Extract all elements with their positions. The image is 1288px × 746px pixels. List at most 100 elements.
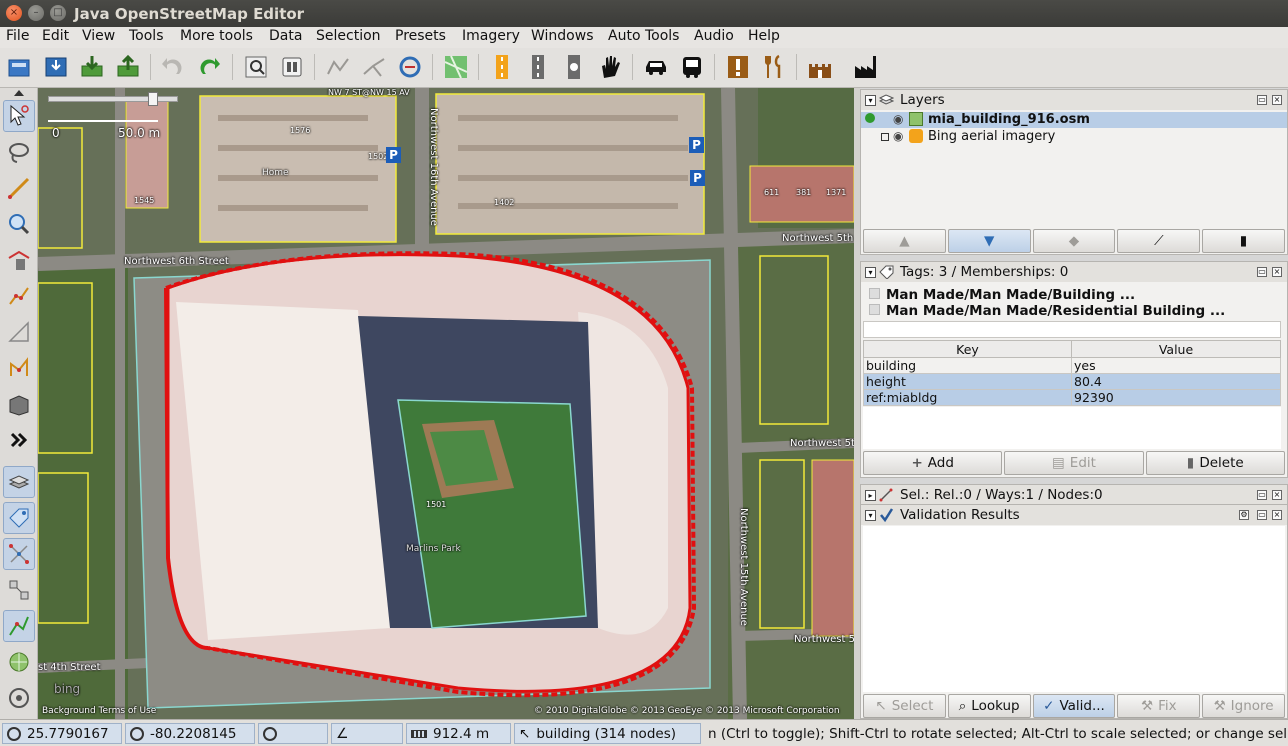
tag-value[interactable]: 80.4 [1071,373,1281,390]
maximize-window-button[interactable]: □ [50,5,66,21]
column-header-key[interactable]: Key [863,340,1072,358]
close-window-button[interactable]: × [6,5,22,21]
dock-icon[interactable]: ▭ [1257,490,1267,500]
column-header-value[interactable]: Value [1071,340,1281,358]
expand-toggle[interactable]: ▸ [865,490,876,501]
redo-icon[interactable] [194,51,226,83]
menu-windows[interactable]: Windows [531,28,594,44]
close-panel-icon[interactable]: × [1272,510,1282,520]
menu-imagery[interactable]: Imagery [462,28,520,44]
tags-toggle-icon[interactable] [3,502,35,534]
menu-edit[interactable]: Edit [42,28,69,44]
lasso-tool-icon[interactable] [3,136,35,168]
castle-icon[interactable] [804,51,836,83]
more-tools-icon[interactable] [3,424,35,456]
download-icon[interactable] [76,51,108,83]
lookup-button[interactable]: ⌕ Lookup [947,694,1031,718]
extrude-tool-icon[interactable] [3,352,35,384]
layer-row[interactable]: ◉ Bing aerial imagery [861,129,1287,145]
dock-icon[interactable]: ▭ [1257,267,1267,277]
edit-tag-button[interactable]: ▤ Edit [1004,451,1144,475]
ignore-button[interactable]: ⚒ Ignore [1202,694,1285,718]
preferences-icon[interactable] [276,51,308,83]
parking-icon[interactable]: P [690,170,705,186]
close-panel-icon[interactable]: × [1272,490,1282,500]
move-down-icon[interactable]: ▼ [947,229,1031,253]
zoom-slider[interactable] [48,96,178,102]
preferences-icon[interactable]: ⚙ [1239,510,1249,520]
menu-help[interactable]: Help [748,28,780,44]
layer-row[interactable]: ◉ mia_building_916.osm [861,112,1287,128]
parking-icon[interactable]: P [386,147,401,163]
menu-auto-tools[interactable]: Auto Tools [608,28,679,44]
merge-icon[interactable]: ◆ [1032,229,1116,253]
menu-presets[interactable]: Presets [395,28,446,44]
delete-tag-button[interactable]: ▮ Delete [1145,451,1285,475]
hand-icon[interactable] [594,51,626,83]
open-file-icon[interactable] [3,51,35,83]
preset-link[interactable]: Man Made/Man Made/Residential Building .… [869,303,1225,319]
simplify-way-icon[interactable] [322,51,354,83]
fix-button[interactable]: ⚒ Fix [1117,694,1201,718]
menu-audio[interactable]: Audio [694,28,734,44]
toggle-visibility-icon[interactable]: ⟋ [1117,229,1201,253]
select-button[interactable]: ↖ Select [863,694,946,718]
move-up-icon[interactable]: ▲ [863,229,946,253]
split-way-icon[interactable] [358,51,390,83]
collapse-toggle[interactable]: ▾ [865,267,876,278]
restaurant-icon[interactable] [758,51,790,83]
undo-icon[interactable] [156,51,188,83]
close-panel-icon[interactable]: × [1272,95,1282,105]
aerial-icon[interactable] [440,51,472,83]
dock-icon[interactable]: ▭ [1257,95,1267,105]
menu-more-tools[interactable]: More tools [180,28,253,44]
add-tag-button[interactable]: + Add [863,451,1003,475]
parking-icon[interactable]: P [689,137,704,153]
danger-icon[interactable] [722,51,754,83]
tag-key[interactable]: building [863,357,1072,374]
save-icon[interactable] [40,51,72,83]
traffic-signals-icon[interactable] [558,51,590,83]
collapse-toggle[interactable]: ▾ [865,510,876,521]
minimize-window-button[interactable]: – [28,5,44,21]
validation-results-list[interactable] [863,526,1285,692]
delete-tool-icon[interactable] [3,244,35,276]
terms-link[interactable]: Background Terms of Use [42,706,156,716]
tag-key[interactable]: height [863,373,1072,390]
menu-data[interactable]: Data [269,28,302,44]
map-view[interactable]: 0 50.0 m Northwest 6th Street Northwest … [38,88,854,719]
highway-road-icon[interactable] [522,51,554,83]
visibility-icon[interactable]: ◉ [893,112,903,126]
map-style-toggle-icon[interactable] [3,682,35,714]
imagery-toggle-icon[interactable] [3,646,35,678]
tag-row[interactable]: building yes [863,357,1281,374]
delete-layer-icon[interactable]: ▮ [1202,229,1285,253]
dock-icon[interactable]: ▭ [1257,510,1267,520]
menu-file[interactable]: File [6,28,29,44]
menu-view[interactable]: View [82,28,115,44]
preset-search-field[interactable] [863,321,1281,338]
validate-button[interactable]: ✓ Valid... [1032,694,1116,718]
factory-icon[interactable] [850,51,882,83]
upload-icon[interactable] [112,51,144,83]
collapse-toggle[interactable]: ▾ [865,95,876,106]
menu-tools[interactable]: Tools [129,28,164,44]
menu-selection[interactable]: Selection [316,28,381,44]
zoom-preview-icon[interactable] [240,51,272,83]
layers-toggle-icon[interactable] [3,466,35,498]
tag-value[interactable]: 92390 [1071,389,1281,406]
improve-way-tool-icon[interactable] [3,280,35,312]
visibility-icon[interactable]: ◉ [893,129,903,143]
draw-tool-icon[interactable] [3,172,35,204]
selection-toggle-icon[interactable] [3,538,35,570]
bus-icon[interactable] [676,51,708,83]
tag-value[interactable]: yes [1071,357,1281,374]
zoom-tool-icon[interactable] [3,208,35,240]
tag-row[interactable]: ref:miabldg 92390 [863,389,1281,406]
zoom-slider-thumb[interactable] [148,92,158,106]
building-tool-icon[interactable] [3,388,35,420]
orthogonalize-icon[interactable] [394,51,426,83]
map-canvas[interactable] [38,88,854,719]
close-panel-icon[interactable]: × [1272,267,1282,277]
validation-toggle-icon[interactable] [3,610,35,642]
